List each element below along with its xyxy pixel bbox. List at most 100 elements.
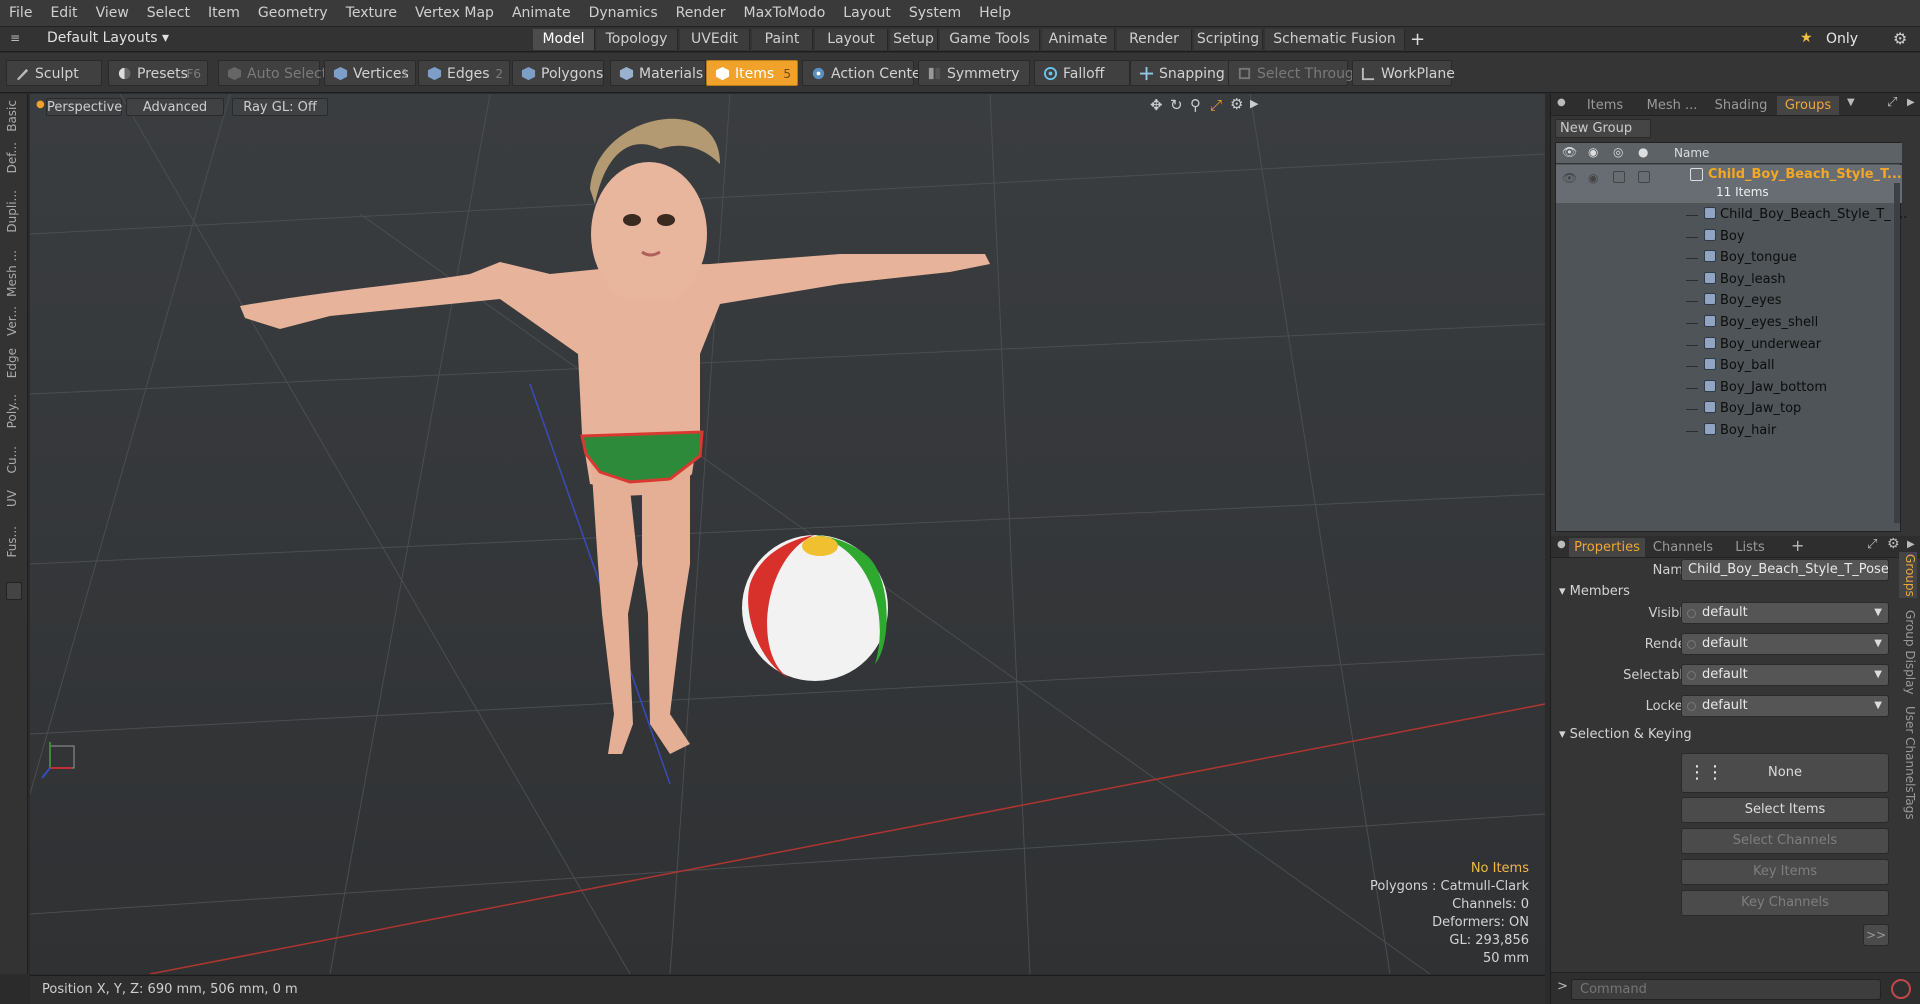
left-tab-3[interactable]: Mesh ... — [5, 250, 19, 297]
panel-tab-mesh[interactable]: Mesh ... — [1639, 96, 1705, 115]
member-row[interactable]: Boy_Jaw_top — [1556, 399, 1902, 420]
name-field[interactable]: Child_Boy_Beach_Style_T_Pose ( — [1681, 559, 1889, 581]
menu-help[interactable]: Help — [970, 5, 1020, 21]
side-tab-tags[interactable]: Tags — [1899, 784, 1917, 828]
menu-item[interactable]: Item — [199, 5, 249, 21]
materials-button[interactable]: Materials — [610, 60, 706, 86]
shading-button[interactable]: Advanced — [126, 98, 224, 116]
menu-render[interactable]: Render — [667, 5, 735, 21]
none-button[interactable]: ⋮⋮ None — [1681, 753, 1889, 793]
member-row[interactable]: Boy_hair — [1556, 421, 1902, 442]
view-type-button[interactable]: Perspective — [46, 98, 122, 116]
member-row[interactable]: Boy_underwear — [1556, 335, 1902, 356]
layout-tab-render[interactable]: Render — [1117, 29, 1192, 50]
select-lock-icon[interactable]: ◎ — [1613, 145, 1623, 159]
left-tab-0[interactable]: Basic — [5, 100, 19, 132]
menu-layout[interactable]: Layout — [834, 5, 900, 21]
side-tab-group-display[interactable]: Group Display — [1899, 604, 1917, 700]
maximize-icon[interactable]: ⤢ — [1210, 96, 1222, 114]
side-tab-groups[interactable]: Groups — [1899, 552, 1917, 598]
lock-icon[interactable]: ● — [1638, 145, 1648, 159]
properties-tab-lists[interactable]: Lists — [1721, 538, 1779, 557]
beach-ball-model[interactable] — [742, 535, 888, 681]
layout-tab-schematic-fusion[interactable]: Schematic Fusion — [1265, 29, 1405, 50]
presets-button[interactable]: Presets F6 — [108, 60, 208, 86]
row-lock-checkbox[interactable] — [1638, 171, 1650, 183]
new-group-button[interactable]: New Group — [1555, 119, 1651, 138]
menu-texture[interactable]: Texture — [337, 5, 406, 21]
more-button[interactable]: >> — [1863, 924, 1889, 946]
properties-tab-channels[interactable]: Channels — [1649, 538, 1717, 557]
left-tab-7[interactable]: Cu... — [5, 446, 19, 473]
rotate-icon[interactable]: ↻ — [1170, 96, 1183, 114]
menu-dynamics[interactable]: Dynamics — [580, 5, 667, 21]
layout-tab-scripting[interactable]: Scripting — [1194, 29, 1263, 50]
member-row[interactable]: Boy_eyes_shell — [1556, 313, 1902, 334]
snapping-button[interactable]: Snapping — [1130, 60, 1230, 86]
menu-select[interactable]: Select — [138, 5, 199, 21]
left-tab-4[interactable]: Ver... — [5, 306, 19, 336]
properties-expand-icon[interactable]: ▶ — [1907, 539, 1915, 550]
layout-tab-setup[interactable]: Setup — [890, 29, 938, 50]
falloff-button[interactable]: Falloff — [1034, 60, 1130, 86]
member-row[interactable]: Boy — [1556, 227, 1902, 248]
properties-menu-icon[interactable]: ● — [1557, 539, 1566, 550]
layout-tab-layout[interactable]: Layout — [815, 29, 888, 50]
symmetry-button[interactable]: Symmetry — [918, 60, 1030, 86]
visibility-eye-icon[interactable]: 👁 — [1562, 145, 1577, 159]
select-items-button[interactable]: Select Items — [1681, 797, 1889, 823]
members-section[interactable]: ▾ Members — [1559, 584, 1630, 599]
member-row[interactable]: Boy_leash — [1556, 270, 1902, 291]
layout-tab-paint[interactable]: Paint — [752, 29, 813, 50]
menu-file[interactable]: File — [0, 5, 41, 21]
3d-viewport[interactable]: ● Perspective Advanced Ray GL: Off ✥ ↻ ⚲… — [30, 94, 1545, 974]
panel-tab-items[interactable]: Items — [1577, 96, 1633, 115]
locked-dropdown[interactable]: default ▼ — [1681, 695, 1889, 717]
viewport-gear-icon[interactable]: ⚙ — [1230, 95, 1243, 113]
row-eye-icon[interactable]: 👁 — [1562, 171, 1577, 185]
left-tab-2[interactable]: Dupli... — [5, 190, 19, 233]
panel-tab-shading[interactable]: Shading — [1711, 96, 1771, 115]
left-tab-9[interactable]: Fus... — [5, 526, 19, 558]
visible-dropdown[interactable]: default ▼ — [1681, 602, 1889, 624]
selection-keying-section[interactable]: ▾ Selection & Keying — [1559, 727, 1692, 742]
add-tab-icon[interactable]: + — [1791, 536, 1804, 555]
layout-tab-uvedit[interactable]: UVEdit — [680, 29, 750, 50]
layout-menu-icon[interactable]: ≡ — [10, 31, 20, 45]
menu-system[interactable]: System — [900, 5, 970, 21]
member-row[interactable]: Boy_eyes — [1556, 291, 1902, 312]
row-select-checkbox[interactable] — [1613, 171, 1625, 183]
left-tab-6[interactable]: Poly... — [5, 394, 19, 428]
menu-geometry[interactable]: Geometry — [249, 5, 337, 21]
panel-tab-groups[interactable]: Groups — [1777, 96, 1839, 115]
items-button[interactable]: Items 5 — [706, 60, 798, 86]
raygl-button[interactable]: Ray GL: Off — [232, 98, 328, 116]
left-tab-1[interactable]: Def... — [5, 142, 19, 173]
pan-icon[interactable]: ✥ — [1150, 96, 1163, 114]
menu-animate[interactable]: Animate — [503, 5, 580, 21]
command-input[interactable] — [1571, 979, 1881, 1000]
sculpt-button[interactable]: Sculpt — [6, 60, 102, 86]
viewport-menu-icon[interactable]: ● — [36, 99, 45, 110]
menu-maxtomodo[interactable]: MaxToModo — [735, 5, 835, 21]
tabs-dropdown-icon[interactable]: ▼ — [1847, 97, 1855, 108]
panel-maximize-icon[interactable]: ⤢ — [1887, 95, 1897, 110]
member-row[interactable]: Boy_Jaw_bottom — [1556, 378, 1902, 399]
workplane-button[interactable]: WorkPlane — [1352, 60, 1455, 86]
groups-scrollbar[interactable] — [1894, 183, 1900, 523]
zoom-icon[interactable]: ⚲ — [1190, 96, 1201, 114]
layout-preset-dropdown[interactable]: Default Layouts ▾ — [47, 30, 169, 46]
strip-toggle[interactable] — [6, 582, 22, 600]
add-layout-icon[interactable]: + — [1410, 29, 1425, 50]
viewport-scene[interactable] — [30, 94, 1545, 974]
properties-tab-properties[interactable]: Properties — [1569, 538, 1645, 557]
layout-tab-model[interactable]: Model — [533, 29, 595, 50]
member-row[interactable]: Boy_ball — [1556, 356, 1902, 377]
polygons-button[interactable]: Polygons — [512, 60, 604, 86]
select-through-button[interactable]: Select Through — [1228, 60, 1363, 86]
panel-menu-icon[interactable]: ● — [1557, 97, 1566, 108]
panel-expand-icon[interactable]: ▶ — [1907, 97, 1915, 108]
select-channels-button[interactable]: Select Channels — [1681, 828, 1889, 854]
row-render-icon[interactable]: ◉ — [1588, 171, 1598, 185]
member-row[interactable]: Boy_tongue — [1556, 248, 1902, 269]
